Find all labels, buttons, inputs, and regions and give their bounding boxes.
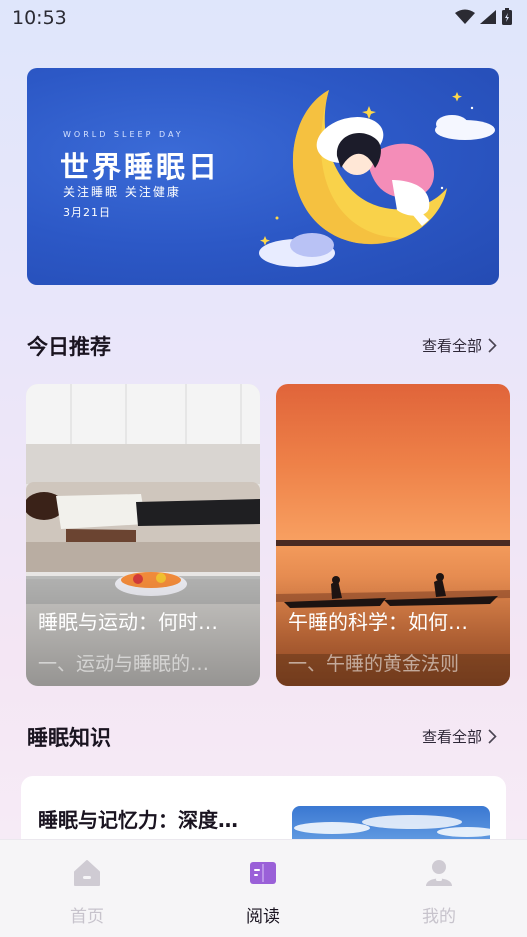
see-all-label: 查看全部 xyxy=(421,728,482,746)
recommend-see-all-link[interactable]: 查看全部 xyxy=(422,335,497,356)
wifi-icon xyxy=(455,9,475,24)
recommend-section-header: 今日推荐 查看全部 xyxy=(27,331,499,361)
banner-title: 世界睡眠日 xyxy=(60,150,221,184)
chevron-right-icon xyxy=(488,338,497,353)
battery-icon xyxy=(502,8,512,25)
status-bar: 10:53 xyxy=(0,0,527,36)
recommend-card[interactable]: 睡眠与运动：何时… 一、运动与睡眠的… xyxy=(26,384,260,686)
nav-item-home[interactable]: 首页 xyxy=(27,840,147,937)
chevron-right-icon xyxy=(488,729,497,744)
home-icon xyxy=(74,860,100,886)
book-icon xyxy=(250,862,276,884)
knowledge-see-all-link[interactable]: 查看全部 xyxy=(422,726,497,747)
status-icons xyxy=(455,8,513,26)
nav-label-profile: 我的 xyxy=(422,907,456,927)
card-subtitle: 一、午睡的黄金法则 xyxy=(288,653,460,675)
status-time: 10:53 xyxy=(12,7,67,29)
nav-label-home: 首页 xyxy=(70,907,104,927)
recommend-card[interactable]: 午睡的科学：如何… 一、午睡的黄金法则 xyxy=(276,384,510,686)
banner-subtitle: 关注睡眠 关注健康 xyxy=(63,185,181,199)
knowledge-section-title: 睡眠知识 xyxy=(27,726,111,750)
nav-label-read: 阅读 xyxy=(246,907,280,927)
nav-item-read[interactable]: 阅读 xyxy=(203,840,323,937)
signal-icon xyxy=(480,10,496,24)
user-icon xyxy=(426,860,452,886)
card-title: 睡眠与运动：何时… xyxy=(38,610,218,634)
see-all-label: 查看全部 xyxy=(421,337,482,355)
world-sleep-day-banner[interactable]: WORLD SLEEP DAY 世界睡眠日 关注睡眠 关注健康 3月21日 xyxy=(27,68,499,285)
knowledge-section-header: 睡眠知识 查看全部 xyxy=(27,722,499,752)
banner-date: 3月21日 xyxy=(63,206,111,219)
nav-item-profile[interactable]: 我的 xyxy=(379,840,499,937)
sleeping-girl-moon-illustration xyxy=(259,90,495,267)
banner-small-text: WORLD SLEEP DAY xyxy=(63,130,184,139)
bottom-navigation: 首页 阅读 我的 xyxy=(0,839,527,937)
recommend-section-title: 今日推荐 xyxy=(27,335,111,359)
card-title: 午睡的科学：如何… xyxy=(288,610,468,634)
article-title: 睡眠与记忆力：深度… xyxy=(38,808,238,832)
card-subtitle: 一、运动与睡眠的… xyxy=(38,653,210,675)
